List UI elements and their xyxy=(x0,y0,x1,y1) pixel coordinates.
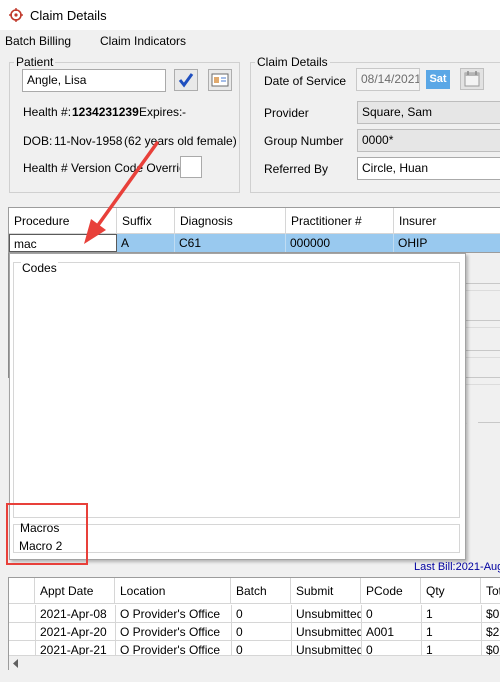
qty-cell: 1 xyxy=(421,605,481,623)
horizontal-scrollbar[interactable] xyxy=(9,655,500,670)
submit-cell: Unsubmitted xyxy=(291,623,361,641)
history-row[interactable]: 2021-Apr-21 O Provider's Office 0 Unsubm… xyxy=(9,641,500,655)
column-submit[interactable]: Submit xyxy=(291,578,361,604)
location-cell: O Provider's Office xyxy=(115,623,231,641)
pcode-cell: A001 xyxy=(361,623,421,641)
location-cell: O Provider's Office xyxy=(115,605,231,623)
column-batch[interactable]: Batch xyxy=(231,578,291,604)
column-location[interactable]: Location xyxy=(115,578,231,604)
history-row[interactable]: 2021-Apr-20 O Provider's Office 0 Unsubm… xyxy=(9,623,500,641)
last-bill-label: Last Bill:2021-Aug xyxy=(414,561,500,573)
batch-cell: 0 xyxy=(231,623,291,641)
qty-cell: 1 xyxy=(421,641,481,655)
pcode-cell: 0 xyxy=(361,641,421,655)
batch-cell: 0 xyxy=(231,641,291,655)
appt-date-cell: 2021-Apr-20 xyxy=(35,623,115,641)
total-cell: $0.0 xyxy=(481,605,500,623)
appt-date-cell: 2021-Apr-21 xyxy=(35,641,115,655)
pcode-cell: 0 xyxy=(361,605,421,623)
batch-cell: 0 xyxy=(231,605,291,623)
column-total[interactable]: Tot xyxy=(481,578,500,604)
column-pcode[interactable]: PCode xyxy=(361,578,421,604)
submit-cell: Unsubmitted xyxy=(291,641,361,655)
scroll-left-icon[interactable] xyxy=(12,659,20,668)
total-cell: $0.0 xyxy=(481,641,500,655)
submit-cell: Unsubmitted xyxy=(291,605,361,623)
location-cell: O Provider's Office xyxy=(115,641,231,655)
column-qty[interactable]: Qty xyxy=(421,578,481,604)
total-cell: $23 xyxy=(481,623,500,641)
column-row-selector xyxy=(9,578,35,604)
qty-cell: 1 xyxy=(421,623,481,641)
history-grid: Appt Date Location Batch Submit PCode Qt… xyxy=(8,577,500,670)
appt-date-cell: 2021-Apr-08 xyxy=(35,605,115,623)
column-appt-date[interactable]: Appt Date xyxy=(35,578,115,604)
history-row[interactable]: 2021-Apr-08 O Provider's Office 0 Unsubm… xyxy=(9,605,500,623)
